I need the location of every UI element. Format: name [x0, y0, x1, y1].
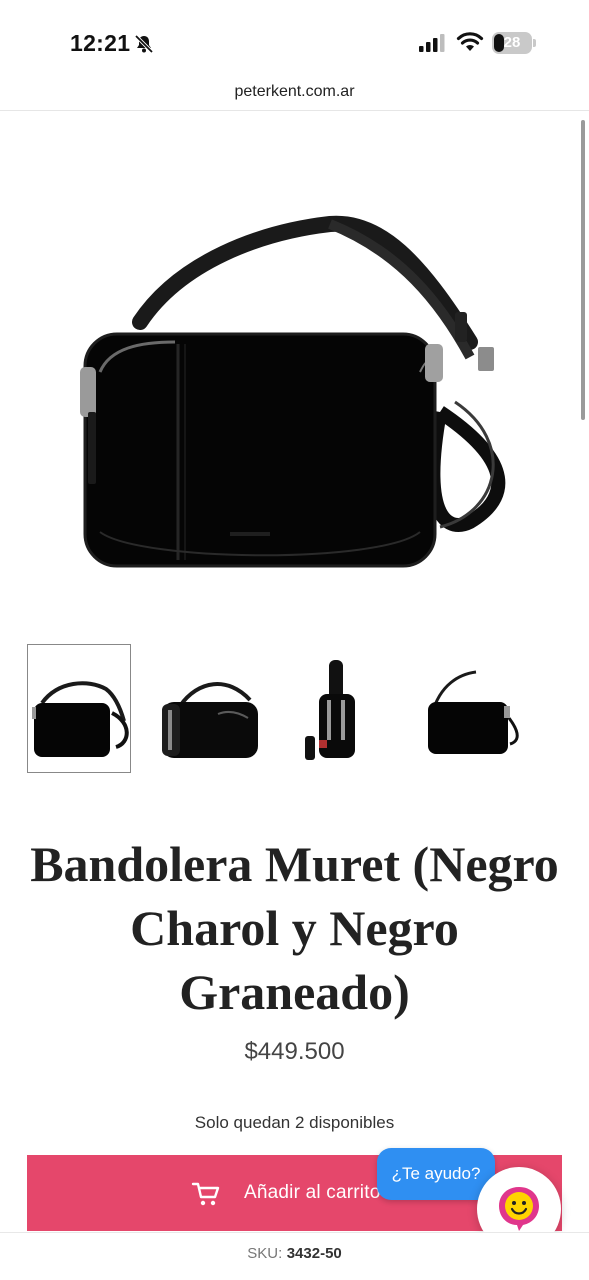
- thumbnail-1[interactable]: [27, 644, 131, 773]
- chat-help-bubble[interactable]: ¿Te ayudo?: [377, 1148, 495, 1200]
- add-to-cart-label: Añadir al carrito: [244, 1182, 381, 1203]
- battery-icon: 28: [492, 32, 536, 54]
- stock-note: Solo quedan 2 disponibles: [194, 1113, 395, 1132]
- product-price: $449.500: [244, 1038, 345, 1065]
- url-bar[interactable]: peterkent.com.ar: [0, 80, 589, 111]
- bell-slash-icon: [134, 34, 154, 54]
- wifi-icon: [456, 32, 484, 51]
- status-time: 12:21: [70, 30, 131, 56]
- status-bar: 12:21 28: [0, 0, 589, 80]
- chat-avatar-icon: [499, 1187, 539, 1231]
- sku-value: 3432-50: [286, 1245, 342, 1262]
- thumbnail-3[interactable]: [289, 644, 393, 773]
- cart-icon: [191, 1182, 220, 1206]
- product-title: Bandolera Muret (Negro Charol y Negro Gr…: [30, 836, 559, 1020]
- thumbnail-2[interactable]: [158, 644, 262, 773]
- url-text: peterkent.com.ar: [234, 83, 355, 100]
- sku-label: SKU:: [247, 1245, 283, 1262]
- thumbnail-gallery: [27, 644, 567, 774]
- sku-bar: SKU: 3432-50: [0, 1232, 589, 1280]
- cellular-signal-icon: [419, 34, 445, 52]
- battery-level: 28: [503, 34, 521, 51]
- thumbnail-4[interactable]: [420, 644, 524, 773]
- product-main-image[interactable]: [0, 112, 589, 632]
